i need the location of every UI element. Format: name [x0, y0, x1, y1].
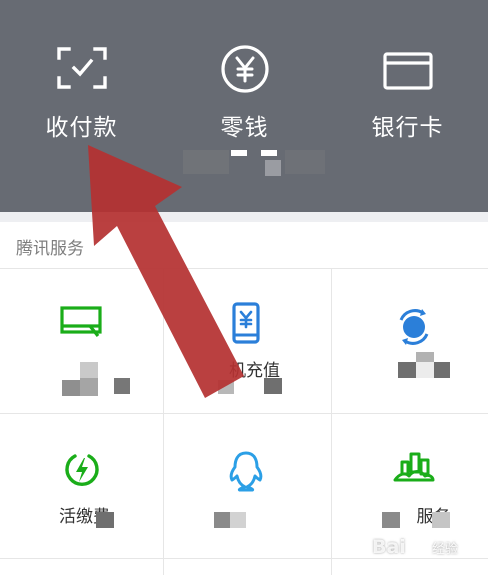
city-building-icon — [393, 450, 435, 490]
service-qq-topup[interactable] — [164, 414, 327, 559]
pay-receive-label: 收付款 — [45, 115, 118, 141]
bank-card-button[interactable]: 银行卡 — [326, 0, 488, 212]
balance-amount-mosaic — [163, 150, 326, 180]
service-utility-payment[interactable]: 活缴费 — [0, 414, 163, 559]
service-refresh-coin[interactable] — [332, 268, 488, 413]
refresh-coin-icon — [393, 308, 435, 350]
bank-card-icon — [382, 52, 433, 94]
balance-label: 零钱 — [220, 115, 269, 141]
wallet-envelope-icon — [59, 306, 104, 344]
service-label: 活缴费 — [59, 507, 110, 527]
service-wallet-envelope[interactable] — [0, 268, 163, 413]
lightning-circle-icon — [63, 450, 101, 494]
watermark-brand: Bai — [372, 536, 406, 558]
section-title: 腾讯服务 — [16, 239, 84, 259]
phone-yen-icon — [231, 302, 261, 348]
balance-button[interactable]: 零钱 — [163, 0, 326, 212]
qq-penguin-icon — [227, 450, 265, 496]
watermark-suffix: 经验 — [432, 542, 459, 557]
bank-card-label: 银行卡 — [371, 115, 444, 141]
service-label: 机充值 — [229, 361, 280, 381]
pay-receive-button[interactable]: 收付款 — [0, 0, 163, 212]
watermark-logo: Bai 经验 — [372, 528, 482, 566]
wallet-header: 收付款 零钱 银行卡 — [0, 0, 488, 212]
service-phone-topup[interactable]: 机充值 — [164, 268, 327, 413]
scan-frame-check-icon — [56, 46, 108, 94]
yen-circle-icon — [220, 44, 270, 98]
section-divider — [0, 212, 488, 222]
service-label: 服务 — [332, 502, 488, 527]
